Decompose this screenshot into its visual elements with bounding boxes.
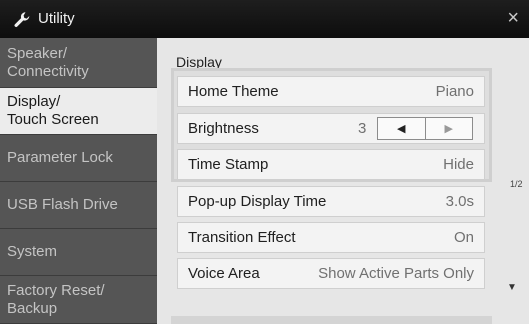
sidebar-item-label: System bbox=[7, 243, 58, 260]
setting-label: Transition Effect bbox=[188, 229, 296, 246]
sidebar-item-label: Parameter Lock bbox=[7, 149, 113, 166]
setting-label: Voice Area bbox=[188, 265, 260, 282]
setting-row-popup-display-time[interactable]: Pop-up Display Time 3.0s bbox=[177, 186, 485, 217]
setting-value: Show Active Parts Only bbox=[318, 265, 474, 282]
close-icon[interactable]: × bbox=[507, 8, 519, 28]
setting-label: Pop-up Display Time bbox=[188, 193, 327, 210]
sidebar-item-usb-flash-drive[interactable]: USB Flash Drive bbox=[0, 182, 157, 229]
sidebar-item-label: Factory Reset/Backup bbox=[7, 281, 105, 317]
setting-row-home-theme[interactable]: Home Theme Piano bbox=[177, 76, 485, 107]
setting-row-transition-effect[interactable]: Transition Effect On bbox=[177, 222, 485, 253]
brightness-value: 3 bbox=[358, 120, 367, 137]
setting-label: Brightness bbox=[188, 120, 259, 137]
setting-value: 3.0s bbox=[445, 193, 474, 210]
sidebar-item-label: Display/Touch Screen bbox=[7, 93, 99, 128]
setting-row-brightness: Brightness 3 ◀ ▶ bbox=[177, 113, 485, 144]
sidebar: Speaker/Connectivity Display/Touch Scree… bbox=[0, 38, 157, 324]
sidebar-item-speaker-connectivity[interactable]: Speaker/Connectivity bbox=[0, 38, 157, 88]
setting-value: Hide bbox=[443, 156, 474, 173]
window-title: Utility bbox=[38, 10, 75, 27]
setting-label: Home Theme bbox=[188, 83, 279, 100]
list-bottom-edge bbox=[171, 316, 492, 324]
brightness-increase-button[interactable]: ▶ bbox=[426, 118, 473, 139]
scroll-down-icon[interactable]: ▼ bbox=[507, 282, 517, 293]
setting-value: Piano bbox=[435, 83, 474, 100]
setting-label: Time Stamp bbox=[188, 156, 269, 173]
main-panel: Display Home Theme Piano Brightness 3 ◀ … bbox=[157, 38, 529, 324]
brightness-decrease-button[interactable]: ◀ bbox=[378, 118, 426, 139]
sidebar-item-system[interactable]: System bbox=[0, 229, 157, 276]
setting-row-voice-area[interactable]: Voice Area Show Active Parts Only bbox=[177, 258, 485, 289]
brightness-stepper: ◀ ▶ bbox=[377, 117, 473, 140]
sidebar-item-label: Speaker/Connectivity bbox=[7, 44, 89, 80]
setting-value: On bbox=[453, 229, 474, 246]
page-indicator: 1/2 bbox=[510, 179, 523, 189]
sidebar-item-display-touch-screen[interactable]: Display/Touch Screen bbox=[0, 88, 157, 135]
setting-row-time-stamp[interactable]: Time Stamp Hide bbox=[177, 149, 485, 180]
sidebar-item-factory-reset-backup[interactable]: Factory Reset/Backup bbox=[0, 276, 157, 324]
sidebar-item-label: USB Flash Drive bbox=[7, 196, 118, 213]
title-bar: Utility × bbox=[0, 0, 529, 38]
sidebar-item-parameter-lock[interactable]: Parameter Lock bbox=[0, 135, 157, 182]
wrench-icon bbox=[14, 12, 30, 27]
